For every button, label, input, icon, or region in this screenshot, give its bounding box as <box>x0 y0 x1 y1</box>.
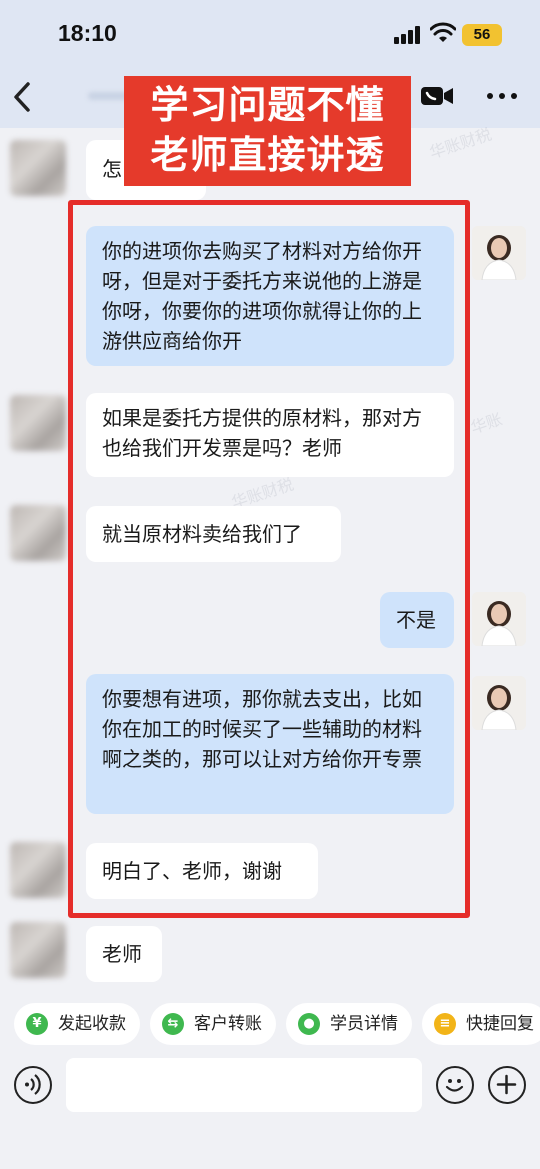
teacher-avatar[interactable] <box>472 676 526 730</box>
student-icon: ● <box>298 1013 320 1035</box>
quick-action-label: 客户转账 <box>194 1014 262 1034</box>
promo-banner: 学习问题不懂 老师直接讲透 <box>124 76 411 186</box>
teacher-avatar[interactable] <box>472 592 526 646</box>
message-input-bar <box>0 1055 540 1169</box>
more-options-icon[interactable] <box>487 93 517 101</box>
back-arrow-icon[interactable] <box>8 80 36 114</box>
cellular-signal-icon <box>394 26 422 44</box>
yuan-icon: ¥ <box>26 1013 48 1035</box>
emoji-icon <box>445 1079 464 1092</box>
quick-action-customer-transfer[interactable]: ⇆ 客户转账 <box>150 1003 276 1045</box>
teacher-avatar[interactable] <box>472 226 526 280</box>
wifi-icon <box>430 22 456 42</box>
transfer-icon: ⇆ <box>162 1013 184 1035</box>
quick-action-student-details[interactable]: ● 学员详情 <box>286 1003 412 1045</box>
teacher-portrait-icon <box>472 592 526 646</box>
avatar[interactable] <box>10 842 66 898</box>
quick-action-label: 发起收款 <box>58 1014 126 1034</box>
quick-reply-icon: ≡ <box>434 1013 456 1035</box>
quick-action-label: 学员详情 <box>330 1014 398 1034</box>
teacher-portrait-icon <box>472 226 526 280</box>
emoji-button[interactable] <box>436 1066 474 1104</box>
message-text-input[interactable] <box>66 1058 422 1112</box>
battery-indicator: 56 <box>462 24 502 46</box>
avatar[interactable] <box>10 395 66 451</box>
more-functions-button[interactable] <box>488 1066 526 1104</box>
banner-line-2: 老师直接讲透 <box>150 133 385 177</box>
highlight-frame <box>68 200 470 918</box>
plus-icon <box>496 1074 517 1095</box>
voice-input-button[interactable] <box>14 1066 52 1104</box>
quick-actions-bar: ¥ 发起收款 ⇆ 客户转账 ● 学员详情 ≡ 快捷回复 <box>0 995 540 1055</box>
teacher-portrait-icon <box>472 676 526 730</box>
avatar[interactable] <box>10 505 66 561</box>
message-bubble-incoming: 老师 <box>86 926 162 982</box>
quick-action-collect-payment[interactable]: ¥ 发起收款 <box>14 1003 140 1045</box>
voice-icon <box>25 1074 41 1095</box>
banner-line-1: 学习问题不懂 <box>150 83 385 127</box>
video-call-icon[interactable] <box>420 84 454 108</box>
avatar[interactable] <box>10 140 66 196</box>
quick-action-quick-reply[interactable]: ≡ 快捷回复 <box>422 1003 540 1045</box>
status-time: 18:10 <box>58 20 117 46</box>
watermark: 华账 <box>468 409 505 438</box>
quick-action-label: 快捷回复 <box>466 1014 534 1034</box>
avatar[interactable] <box>10 922 66 978</box>
